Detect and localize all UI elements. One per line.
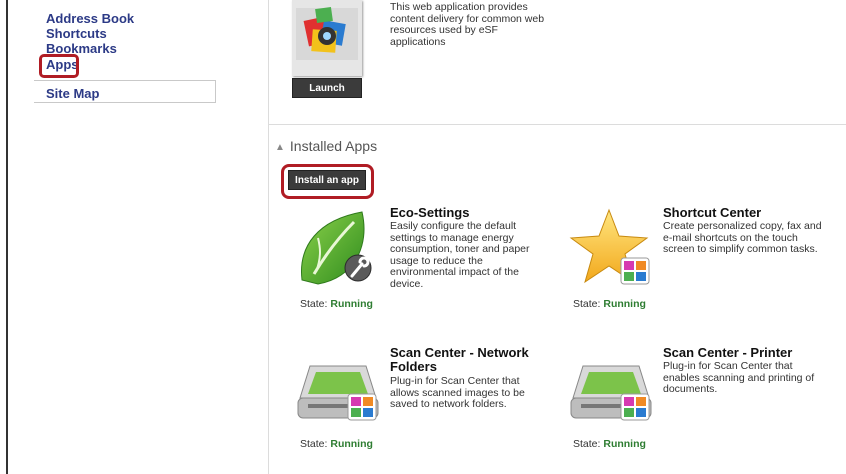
state-value: Running <box>603 438 646 450</box>
app-tile-icon[interactable] <box>292 0 362 76</box>
sidebar-right-border <box>215 80 216 103</box>
state-value: Running <box>330 298 373 310</box>
app-state: State: Running <box>300 298 373 310</box>
page-left-border <box>6 0 8 474</box>
app-description: Plug-in for Scan Center that allows scan… <box>390 375 525 410</box>
app-title[interactable]: Eco-Settings <box>390 206 555 220</box>
top-app-card: Launch <box>292 0 362 100</box>
scanner-icon[interactable] <box>292 346 384 430</box>
app-card-shortcut-center: Shortcut Center Create personalized copy… <box>565 206 827 310</box>
sidebar-bottom-border <box>34 102 216 103</box>
app-title[interactable]: Scan Center - Printer <box>663 346 828 360</box>
app-description: Create personalized copy, fax and e-mail… <box>663 220 822 255</box>
app-description: Easily configure the default settings to… <box>390 220 530 290</box>
scanner-icon[interactable] <box>565 346 657 430</box>
app-state: State: Running <box>573 438 646 450</box>
app-title[interactable]: Scan Center - Network Folders <box>390 346 555 374</box>
state-value: Running <box>603 298 646 310</box>
app-card-eco-settings: Eco-Settings Easily configure the defaul… <box>292 206 555 311</box>
app-description: Plug-in for Scan Center that enables sca… <box>663 360 815 395</box>
installed-apps-header[interactable]: ▲ Installed Apps <box>275 138 377 154</box>
app-state: State: Running <box>573 298 646 310</box>
state-value: Running <box>330 438 373 450</box>
sidebar-item-address-book[interactable]: Address Book <box>46 11 134 26</box>
install-highlight-box <box>281 164 374 199</box>
state-label: State: <box>300 438 328 450</box>
sidebar-divider <box>34 80 216 81</box>
section-divider <box>268 124 846 125</box>
sidebar: Address Book Shortcuts Bookmarks Apps Si… <box>34 0 216 104</box>
launch-button[interactable]: Launch <box>292 78 362 98</box>
main-left-divider <box>268 0 269 474</box>
app-state: State: Running <box>300 438 373 450</box>
collapse-chevron-icon[interactable]: ▲ <box>275 142 285 153</box>
state-label: State: <box>573 438 601 450</box>
app-title[interactable]: Shortcut Center <box>663 206 828 220</box>
top-app-description: This web application provides content de… <box>390 1 545 48</box>
sidebar-item-shortcuts[interactable]: Shortcuts <box>46 26 107 41</box>
state-label: State: <box>300 298 328 310</box>
app-card-scan-center-printer: Scan Center - Printer Plug-in for Scan C… <box>565 346 827 450</box>
installed-apps-title: Installed Apps <box>289 138 378 154</box>
apps-highlight-box <box>39 54 79 78</box>
sidebar-item-site-map[interactable]: Site Map <box>46 86 99 101</box>
state-label: State: <box>573 298 601 310</box>
star-icon[interactable] <box>565 206 657 290</box>
app-card-scan-center-network-folders: Scan Center - Network Folders Plug-in fo… <box>292 346 554 450</box>
eco-leaf-wrench-icon[interactable] <box>292 206 384 290</box>
